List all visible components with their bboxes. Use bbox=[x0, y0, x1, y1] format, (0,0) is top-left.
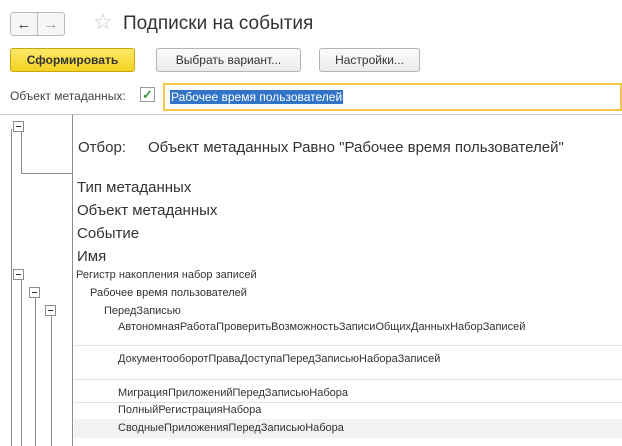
tree-line bbox=[21, 279, 22, 446]
arrow-left-icon: ← bbox=[16, 15, 32, 33]
tree-line bbox=[21, 129, 22, 173]
settings-button[interactable]: Настройки... bbox=[319, 48, 420, 72]
arrow-right-icon: → bbox=[43, 15, 59, 33]
list-item: АвтономнаяРаботаПроверитьВозможностьЗапи… bbox=[118, 321, 526, 333]
metadata-object-label: Объект метаданных: bbox=[10, 89, 126, 103]
page-title: Подписки на события bbox=[123, 13, 314, 34]
forward-button[interactable]: → bbox=[37, 12, 65, 36]
list-item: МиграцияПриложенийПередЗаписьюНабора bbox=[118, 387, 348, 399]
tree-line bbox=[21, 173, 73, 174]
row-divider bbox=[74, 379, 622, 380]
list-item: ДокументооборотПраваДоступаПередЗаписьюН… bbox=[118, 353, 441, 365]
collapse-group-icon[interactable] bbox=[29, 287, 40, 298]
group-level-2: Рабочее время пользователей bbox=[90, 287, 247, 299]
header-metadata-object: Объект метаданных bbox=[77, 202, 218, 219]
report-area[interactable]: Отбор: Объект метаданных Равно "Рабочее … bbox=[0, 114, 622, 446]
favorite-star-icon[interactable]: ☆ bbox=[93, 10, 113, 34]
row-divider bbox=[74, 402, 622, 403]
tree-line bbox=[11, 129, 12, 446]
list-item: СводныеПриложенияПередЗаписьюНабора bbox=[118, 422, 344, 434]
header-name: Имя bbox=[77, 248, 107, 265]
metadata-object-field[interactable]: Рабочее время пользователей bbox=[163, 83, 622, 111]
collapse-filter-icon[interactable] bbox=[13, 121, 24, 132]
row-divider bbox=[74, 345, 622, 346]
tree-line bbox=[51, 315, 52, 446]
report-filter-label: Отбор: bbox=[78, 139, 126, 156]
generate-button[interactable]: Сформировать bbox=[10, 48, 135, 72]
list-item: ПолныйРегистрацияНабора bbox=[118, 404, 262, 416]
checkmark-icon: ✓ bbox=[142, 87, 153, 102]
metadata-object-value: Рабочее время пользователей bbox=[170, 90, 344, 104]
tree-line bbox=[35, 297, 36, 446]
collapse-group-icon[interactable] bbox=[13, 269, 24, 280]
grouping-column-border bbox=[72, 115, 73, 446]
header-event: Событие bbox=[77, 225, 140, 242]
group-level-1: Регистр накопления набор записей bbox=[76, 269, 257, 281]
report-filter-text: Объект метаданных Равно "Рабочее время п… bbox=[148, 139, 564, 156]
select-variant-button[interactable]: Выбрать вариант... bbox=[156, 48, 301, 72]
group-level-3: ПередЗаписью bbox=[104, 305, 181, 317]
collapse-group-icon[interactable] bbox=[45, 305, 56, 316]
header-metadata-type: Тип метаданных bbox=[77, 179, 192, 196]
metadata-object-checkbox[interactable]: ✓ bbox=[140, 87, 155, 102]
back-button[interactable]: ← bbox=[10, 12, 38, 36]
